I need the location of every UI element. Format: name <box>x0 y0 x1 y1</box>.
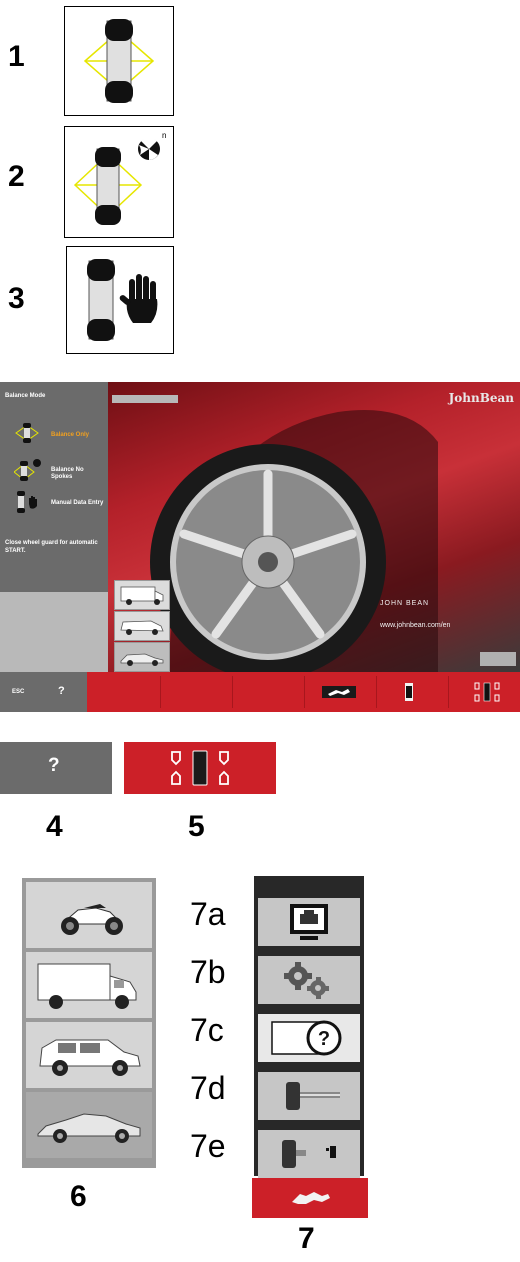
toolbar-separator <box>376 676 377 708</box>
label-7a: 7a <box>190 896 226 932</box>
svg-text:?: ? <box>318 1028 330 1050</box>
hand-icon <box>119 274 158 323</box>
sidebar-option-manual-data-entry[interactable]: Manual Data Entry <box>51 500 106 507</box>
service-menu-panel: ? <box>254 876 364 1178</box>
sidebar-title: Balance Mode <box>5 393 46 399</box>
wrench-icon <box>292 1192 330 1204</box>
menu-print-button[interactable] <box>258 898 360 946</box>
label-7c: 7c <box>190 1012 224 1048</box>
sidebar-lower-panel <box>0 592 108 672</box>
menu-settings-button[interactable] <box>258 956 360 1004</box>
adapter-offset-icon <box>282 1140 336 1168</box>
car-icon <box>120 653 164 666</box>
label-2: 2 <box>8 160 25 193</box>
suv-icon <box>39 1039 141 1076</box>
balance-no-spokes-icon[interactable] <box>14 458 44 482</box>
toolbar-left-section: ESC ? <box>0 672 87 712</box>
truck-icon <box>37 963 137 1009</box>
suv-icon <box>120 620 164 635</box>
balance-mode-icon-1 <box>64 6 174 116</box>
manual-data-entry-icon[interactable] <box>14 490 44 514</box>
label-7b: 7b <box>190 954 226 990</box>
printer-monitor-icon <box>290 904 328 940</box>
toolbar-separator <box>160 676 161 708</box>
service-wrench-button[interactable] <box>252 1178 368 1218</box>
wheel-profile-button-detail[interactable] <box>124 742 276 794</box>
label-7: 7 <box>298 1222 315 1255</box>
gears-icon <box>284 962 329 999</box>
vehicle-type-panel <box>22 878 156 1168</box>
wheel-single-icon[interactable] <box>404 682 414 702</box>
sedan-icon <box>37 1113 141 1143</box>
wheel-cross-section-icon <box>171 750 229 786</box>
help-button[interactable]: ? <box>58 685 65 697</box>
vehicle-suv-button[interactable] <box>114 611 170 641</box>
vehicle-truck-button[interactable] <box>26 952 152 1018</box>
sidebar-option-balance-no-spokes[interactable]: Balance No Spokes <box>51 467 106 481</box>
toolbar-separator <box>232 676 233 708</box>
menu-adapter-offset-button[interactable] <box>258 1130 360 1178</box>
status-chip <box>112 395 178 403</box>
vehicle-selector-strip <box>114 580 170 672</box>
corner-chip <box>480 652 516 666</box>
menu-adapter-button[interactable] <box>258 1072 360 1120</box>
brand-caption: JOHN BEAN <box>380 600 430 607</box>
esc-button[interactable]: ESC <box>12 689 24 695</box>
label-4: 4 <box>46 810 63 843</box>
vehicle-van-button[interactable] <box>114 580 170 610</box>
label-1: 1 <box>8 40 25 73</box>
toolbar-separator <box>448 676 449 708</box>
vehicle-motorcycle-button[interactable] <box>26 882 152 948</box>
balance-mode-icon-3 <box>66 246 174 354</box>
vehicle-sedan-button[interactable] <box>26 1092 152 1158</box>
motorcycle-icon <box>61 904 123 935</box>
status-message: Close wheel guard for automatic START. <box>5 540 98 554</box>
label-3: 3 <box>8 282 25 315</box>
label-7d: 7d <box>190 1070 226 1106</box>
balance-mode-icon-2: n <box>64 126 174 238</box>
label-6: 6 <box>70 1180 87 1213</box>
balance-no-spokes-icon <box>73 137 160 225</box>
label-7e: 7e <box>190 1128 226 1164</box>
sidebar-option-balance-only[interactable]: Balance Only <box>51 432 106 439</box>
main-screen: JohnBean JOHN BEAN www.johnbean.com/en B… <box>0 382 520 712</box>
bottom-toolbar: ESC ? <box>0 672 520 712</box>
help-label: ? <box>48 755 60 776</box>
label-5: 5 <box>188 810 205 843</box>
spoke-count-superscript: n <box>162 131 167 140</box>
brand-logo: JohnBean <box>448 391 514 405</box>
toolbar-separator <box>304 676 305 708</box>
van-icon <box>120 586 164 605</box>
shaft-adapter-icon <box>286 1082 340 1110</box>
brand-url: www.johnbean.com/en <box>380 622 451 629</box>
help-button-detail[interactable]: ? <box>0 742 112 794</box>
wrench-icon[interactable] <box>322 684 356 700</box>
vehicle-car-button[interactable] <box>114 642 170 672</box>
menu-help-button[interactable]: ? <box>258 1014 360 1062</box>
vehicle-suv-button[interactable] <box>26 1022 152 1088</box>
wheel-cross-section-icon[interactable] <box>474 681 500 703</box>
dynamic-balance-icon <box>83 19 155 103</box>
balance-only-icon[interactable] <box>14 422 44 444</box>
manual-entry-icon <box>87 259 158 341</box>
help-book-icon: ? <box>271 1020 342 1056</box>
